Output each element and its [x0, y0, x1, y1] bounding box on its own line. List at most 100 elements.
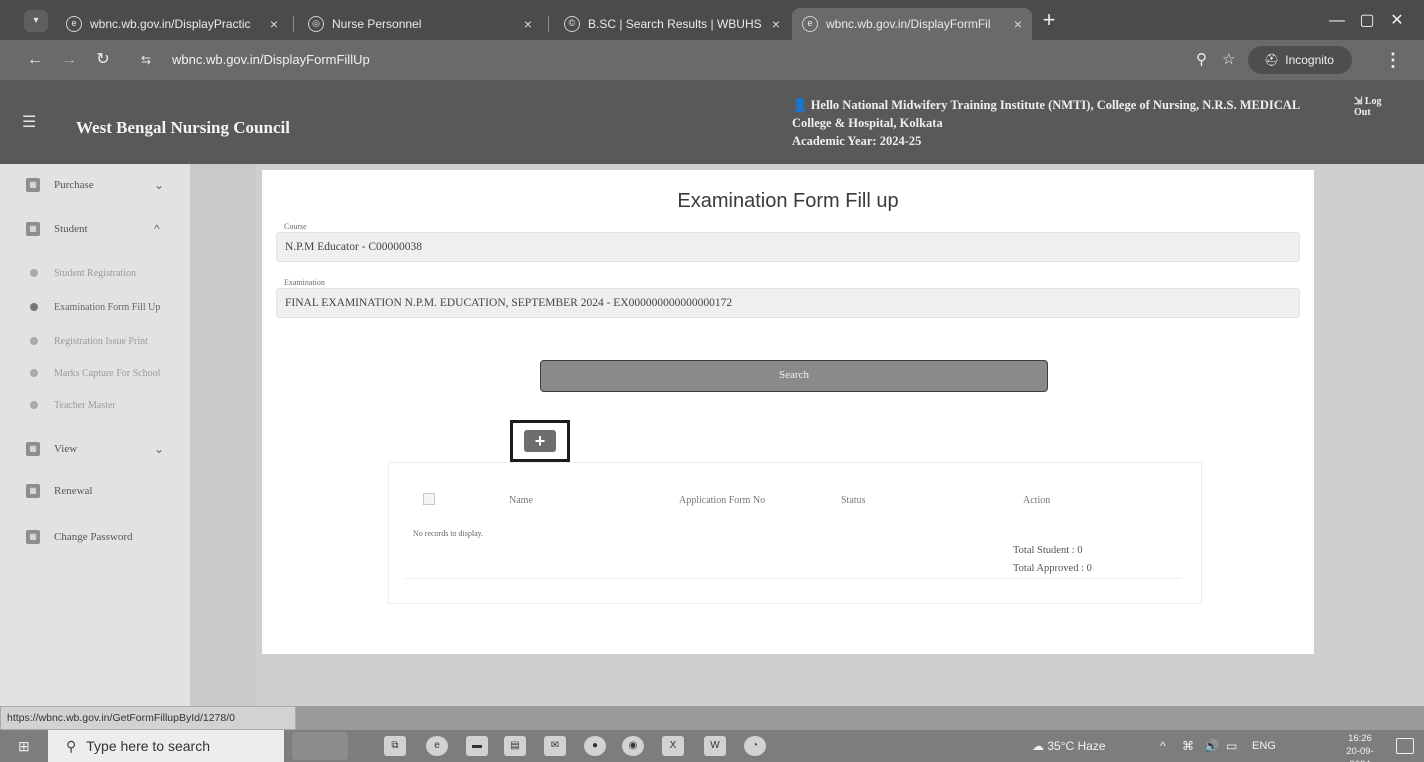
edge-browser-icon[interactable]: e	[426, 736, 448, 756]
reload-icon[interactable]: ↻	[92, 49, 114, 71]
incognito-label: Incognito	[1285, 53, 1334, 67]
subitem-label: Marks Capture For School	[54, 367, 161, 379]
site-settings-icon[interactable]: ⇆	[138, 52, 154, 68]
minimize-button[interactable]: —	[1322, 10, 1352, 32]
search-icon: ⚲	[66, 737, 77, 754]
sidebar-subitem-teacher-master[interactable]: Teacher Master	[0, 392, 196, 418]
url-text[interactable]: wbnc.wb.gov.in/DisplayFormFillUp	[172, 52, 370, 67]
academic-year-text: Academic Year: 2024-25	[792, 134, 922, 148]
back-arrow-icon[interactable]: ←	[24, 49, 46, 71]
firefox-icon[interactable]: ●	[584, 736, 606, 756]
sidebar-subitem-registration-issue-print[interactable]: Registration Issue Print	[0, 328, 196, 354]
sidebar-subitem-exam-form-fill-up[interactable]: Examination Form Fill Up	[0, 294, 196, 320]
volume-icon[interactable]: 🔊	[1204, 730, 1219, 762]
link-status-url: https://wbnc.wb.gov.in/GetFormFillupById…	[0, 706, 296, 730]
chrome-icon[interactable]: ◉	[622, 736, 644, 756]
site-header: ☰ West Bengal Nursing Council 👤 Hello Na…	[0, 80, 1424, 164]
network-icon[interactable]: ⌘	[1182, 730, 1194, 762]
tab-close-icon[interactable]: ×	[1014, 16, 1022, 32]
browser-menu-icon[interactable]: ⋮	[1384, 49, 1402, 71]
sidebar-item-student[interactable]: ▦ Student ^	[0, 214, 190, 244]
maximize-button[interactable]: ▢	[1352, 10, 1382, 32]
select-all-checkbox[interactable]	[423, 493, 435, 505]
zoom-icon[interactable]: ⚲	[1196, 49, 1207, 71]
college-text: College & Hospital, Kolkata	[792, 116, 943, 130]
task-view-icon[interactable]: ⧉	[384, 736, 406, 756]
subitem-label: Registration Issue Print	[54, 335, 148, 347]
app-icon[interactable]: ◔	[744, 736, 766, 756]
store-icon[interactable]: ▤	[504, 736, 526, 756]
add-button-highlight: +	[510, 420, 570, 462]
bookmark-star-icon[interactable]: ☆	[1222, 49, 1235, 71]
course-field[interactable]: N.P.M Educator - C00000038	[276, 232, 1300, 262]
sidebar: ▦ Purchase ⌄ ▦ Student ^ Student Registr…	[0, 164, 196, 706]
sidebar-item-label: Renewal	[54, 485, 93, 497]
taskbar: ⊞ ⚲ Type here to search ⧉ e ▬ ▤ ✉ ● ◉ X …	[0, 730, 1424, 762]
incognito-indicator[interactable]: ⛑ Incognito	[1248, 46, 1352, 74]
sidebar-subitem-marks-capture[interactable]: Marks Capture For School	[0, 360, 196, 386]
weather-text: 35°C Haze	[1047, 739, 1106, 753]
tab-search-menu-icon[interactable]: ▾	[24, 10, 48, 32]
sidebar-item-change-password[interactable]: ▦ Change Password	[0, 522, 190, 552]
subitem-label: Examination Form Fill Up	[54, 301, 161, 313]
sidebar-item-purchase[interactable]: ▦ Purchase ⌄	[0, 170, 190, 200]
user-icon: 👤	[792, 98, 811, 112]
file-explorer-icon[interactable]: ▬	[466, 736, 488, 756]
sidebar-edge	[190, 164, 256, 706]
user-info: 👤 Hello National Midwifery Training Inst…	[792, 96, 1352, 150]
bullet-icon	[30, 369, 38, 377]
search-placeholder: Type here to search	[86, 738, 211, 754]
sidebar-item-renewal[interactable]: ▦ Renewal	[0, 476, 190, 506]
tab-label: B.SC | Search Results | WBUHS	[588, 17, 762, 31]
search-highlight-image[interactable]	[292, 732, 348, 760]
column-name: Name	[509, 495, 533, 506]
bullet-icon	[30, 401, 38, 409]
tab-nurse-personnel[interactable]: ◎ Nurse Personnel ×	[298, 8, 542, 40]
tab-display-practical[interactable]: e wbnc.wb.gov.in/DisplayPractic ×	[56, 8, 288, 40]
table-header: Name Application Form No Status Action	[403, 483, 1179, 519]
weather-icon: ☁	[1032, 739, 1048, 753]
sidebar-item-label: Student	[54, 223, 88, 235]
new-tab-button[interactable]: +	[1038, 9, 1060, 32]
page-title: Examination Form Fill up	[677, 190, 899, 212]
chevron-down-icon: ⌄	[154, 442, 165, 456]
site-favicon-icon: e	[802, 16, 818, 32]
show-hidden-icons-icon[interactable]: ^	[1160, 730, 1166, 762]
column-status: Status	[841, 495, 866, 506]
grid-icon: ▦	[26, 530, 40, 544]
grid-icon: ▦	[26, 484, 40, 498]
close-window-button[interactable]: ✕	[1382, 10, 1412, 32]
search-button[interactable]: Search	[540, 360, 1048, 392]
sidebar-subitem-student-registration[interactable]: Student Registration	[0, 260, 196, 286]
greeting-text: Hello National Midwifery Training Instit…	[810, 98, 1301, 112]
sidebar-item-view[interactable]: ▦ View ⌄	[0, 434, 190, 464]
excel-icon[interactable]: X	[662, 736, 684, 756]
tab-display-form-fillup[interactable]: e wbnc.wb.gov.in/DisplayFormFil ×	[792, 8, 1032, 40]
notification-icon[interactable]	[1396, 738, 1414, 754]
word-icon[interactable]: W	[704, 736, 726, 756]
hamburger-menu-icon[interactable]: ☰	[22, 112, 36, 132]
add-button[interactable]: +	[524, 430, 556, 452]
clock[interactable]: 16:26 20-09-2024	[1340, 732, 1380, 762]
totals-section: Total Student : 0 Total Approved : 0	[405, 535, 1181, 579]
mail-icon[interactable]: ✉	[544, 736, 566, 756]
omnibox[interactable]: ⇆ wbnc.wb.gov.in/DisplayFormFillUp	[132, 46, 1252, 74]
tab-divider	[293, 16, 294, 32]
windows-start-icon[interactable]: ⊞	[18, 738, 34, 754]
tab-close-icon[interactable]: ×	[270, 16, 278, 32]
tab-bsc-search-results[interactable]: © B.SC | Search Results | WBUHS ×	[554, 8, 790, 40]
examination-field[interactable]: FINAL EXAMINATION N.P.M. EDUCATION, SEPT…	[276, 288, 1300, 318]
sidebar-item-label: View	[54, 443, 78, 455]
logout-link[interactable]: ⇲ Log Out	[1354, 96, 1388, 118]
site-brand[interactable]: West Bengal Nursing Council	[76, 118, 290, 138]
forward-arrow-icon[interactable]: →	[58, 49, 80, 71]
language-indicator[interactable]: ENG	[1252, 730, 1276, 762]
tab-close-icon[interactable]: ×	[772, 16, 780, 32]
wbuhs-favicon-icon: ©	[564, 16, 580, 32]
taskbar-search-box[interactable]: ⚲ Type here to search	[48, 730, 284, 762]
tab-close-icon[interactable]: ×	[524, 16, 532, 32]
examination-label: Examination	[284, 278, 325, 287]
weather-widget[interactable]: ☁ 35°C Haze	[1032, 730, 1106, 762]
display-icon[interactable]: ▭	[1226, 730, 1237, 762]
browser-tab-strip: ▾ e wbnc.wb.gov.in/DisplayPractic × ◎ Nu…	[0, 0, 1424, 40]
